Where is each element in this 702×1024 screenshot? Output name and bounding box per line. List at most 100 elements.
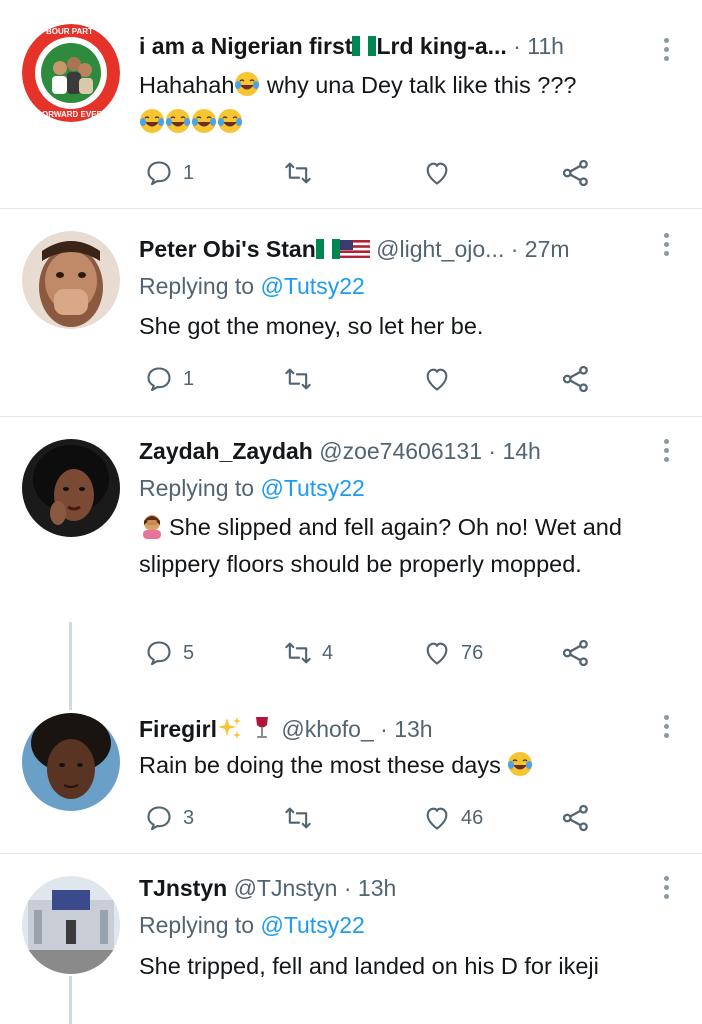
facepalm-emoji-icon bbox=[143, 515, 161, 539]
share-button[interactable] bbox=[561, 362, 591, 396]
retweet-button[interactable] bbox=[284, 156, 322, 190]
share-button[interactable] bbox=[561, 156, 591, 190]
user-handle[interactable]: @light_ojo... bbox=[376, 236, 504, 262]
share-icon bbox=[562, 159, 588, 187]
display-name-suffix[interactable]: Lrd king-a... bbox=[376, 33, 506, 59]
display-name[interactable]: i am a Nigerian first bbox=[139, 33, 352, 59]
retweet-button[interactable]: 4 bbox=[284, 636, 333, 670]
laughing-emoji-icon bbox=[192, 109, 216, 133]
like-button[interactable]: 76 bbox=[423, 636, 483, 670]
retweet-icon bbox=[285, 807, 311, 829]
retweet-button[interactable] bbox=[284, 362, 322, 396]
share-icon bbox=[562, 639, 588, 667]
heart-icon bbox=[426, 642, 448, 665]
avatar[interactable] bbox=[22, 439, 120, 537]
replying-label: Replying to bbox=[139, 912, 261, 938]
tweet-header: Firegirl @khofo_ · 13h bbox=[139, 715, 652, 743]
heart-icon bbox=[426, 368, 448, 391]
tweet-text: She slipped and fell again? Oh no! Wet a… bbox=[139, 509, 662, 583]
timestamp[interactable]: 13h bbox=[394, 716, 432, 742]
more-options-icon[interactable] bbox=[664, 233, 670, 260]
like-button[interactable] bbox=[423, 156, 461, 190]
like-button[interactable] bbox=[423, 362, 461, 396]
tweet-actions: 1 bbox=[139, 156, 609, 190]
more-options-icon[interactable] bbox=[664, 715, 670, 742]
nigeria-flag-icon bbox=[315, 238, 340, 266]
tweet[interactable]: Zaydah_Zaydah @zoe74606131 · 14h Replyin… bbox=[0, 417, 702, 705]
reply-count: 3 bbox=[183, 806, 195, 829]
laughing-emoji-icon bbox=[508, 752, 533, 776]
replying-to: Replying to @Tutsy22 bbox=[139, 272, 365, 300]
mention-link[interactable]: @Tutsy22 bbox=[260, 475, 364, 501]
reply-button[interactable]: 3 bbox=[145, 801, 194, 835]
tweet[interactable]: Firegirl @khofo_ · 13h Rain be doing the… bbox=[0, 705, 702, 853]
tweet[interactable]: Peter Obi's Stan @light_ojo... · 27m Rep… bbox=[0, 209, 702, 416]
nigeria-flag-icon bbox=[352, 35, 377, 63]
tweet-text: She tripped, fell and landed on his D fo… bbox=[139, 953, 599, 979]
avatar[interactable] bbox=[22, 231, 120, 329]
tweet-header: TJnstyn @TJnstyn · 13h bbox=[139, 874, 652, 902]
laughing-emoji-icon bbox=[235, 72, 260, 96]
tweet-text: She got the money, so let her be. bbox=[139, 313, 484, 339]
tweet-text-part: why una Dey talk like this ??? bbox=[260, 72, 577, 98]
separator-dot: · bbox=[510, 236, 519, 262]
tweet-text-part: She slipped and fell again? Oh no! Wet a… bbox=[139, 514, 622, 577]
tweet-actions: 1 bbox=[139, 362, 609, 396]
replying-to: Replying to @Tutsy22 bbox=[139, 911, 365, 939]
heart-icon bbox=[426, 807, 448, 830]
separator-dot: · bbox=[380, 716, 388, 742]
reply-icon bbox=[147, 161, 171, 186]
emoji-row bbox=[139, 109, 243, 135]
share-icon bbox=[562, 804, 588, 832]
tweet-text: Rain be doing the most these days bbox=[139, 747, 662, 784]
tweet-actions: 3 46 bbox=[139, 801, 609, 835]
tweet[interactable]: BOUR PART ORWARD EVER i am a Nigerian fi… bbox=[0, 0, 702, 208]
timestamp[interactable]: 13h bbox=[358, 875, 396, 901]
laughing-emoji-icon bbox=[140, 109, 164, 133]
user-handle[interactable]: @zoe74606131 bbox=[319, 438, 482, 464]
timestamp[interactable]: 27m bbox=[525, 236, 570, 262]
reply-count: 5 bbox=[183, 641, 195, 664]
laughing-emoji-icon bbox=[218, 109, 242, 133]
us-flag-icon bbox=[339, 238, 370, 266]
avatar[interactable] bbox=[22, 713, 120, 811]
display-name[interactable]: TJnstyn bbox=[139, 875, 227, 901]
logo-text-top: BOUR PART bbox=[46, 27, 93, 36]
tweet-text-part: Rain be doing the most these days bbox=[139, 752, 508, 778]
avatar[interactable] bbox=[22, 876, 120, 974]
like-count: 76 bbox=[461, 641, 484, 664]
display-name[interactable]: Firegirl bbox=[139, 716, 217, 742]
separator-dot: · bbox=[488, 438, 497, 464]
more-options-icon[interactable] bbox=[664, 876, 670, 903]
reply-icon bbox=[147, 806, 171, 831]
mention-link[interactable]: @Tutsy22 bbox=[260, 273, 364, 299]
retweet-icon bbox=[285, 642, 311, 664]
more-options-icon[interactable] bbox=[664, 38, 670, 65]
reply-button[interactable]: 1 bbox=[145, 362, 194, 396]
avatar[interactable]: BOUR PART ORWARD EVER bbox=[22, 24, 120, 122]
tweet-actions: 5 4 76 bbox=[139, 636, 609, 670]
retweet-button[interactable] bbox=[284, 801, 322, 835]
share-button[interactable] bbox=[561, 636, 591, 670]
like-button[interactable]: 46 bbox=[423, 801, 483, 835]
display-name[interactable]: Peter Obi's Stan bbox=[139, 236, 316, 262]
tweet-text-part: Hahahah bbox=[139, 72, 235, 98]
user-handle[interactable]: @khofo_ bbox=[281, 716, 373, 742]
display-name[interactable]: Zaydah_Zaydah bbox=[139, 438, 313, 464]
mention-link[interactable]: @Tutsy22 bbox=[260, 912, 364, 938]
user-handle[interactable]: @TJnstyn bbox=[234, 875, 338, 901]
replying-to: Replying to @Tutsy22 bbox=[139, 474, 365, 502]
reply-button[interactable]: 5 bbox=[145, 636, 194, 670]
timestamp[interactable]: 14h bbox=[502, 438, 540, 464]
reply-icon bbox=[147, 367, 171, 392]
replying-label: Replying to bbox=[139, 475, 261, 501]
replying-label: Replying to bbox=[139, 273, 261, 299]
reply-button[interactable]: 1 bbox=[145, 156, 194, 190]
separator-dot: · bbox=[513, 33, 521, 59]
timestamp[interactable]: 11h bbox=[527, 33, 564, 59]
tweet[interactable]: TJnstyn @TJnstyn · 13h Replying to @Tuts… bbox=[0, 854, 702, 1024]
more-options-icon[interactable] bbox=[664, 439, 670, 466]
share-button[interactable] bbox=[561, 801, 591, 835]
reply-count: 1 bbox=[183, 161, 195, 184]
tweet-text: Hahahah why una Dey talk like this ??? bbox=[139, 67, 662, 141]
